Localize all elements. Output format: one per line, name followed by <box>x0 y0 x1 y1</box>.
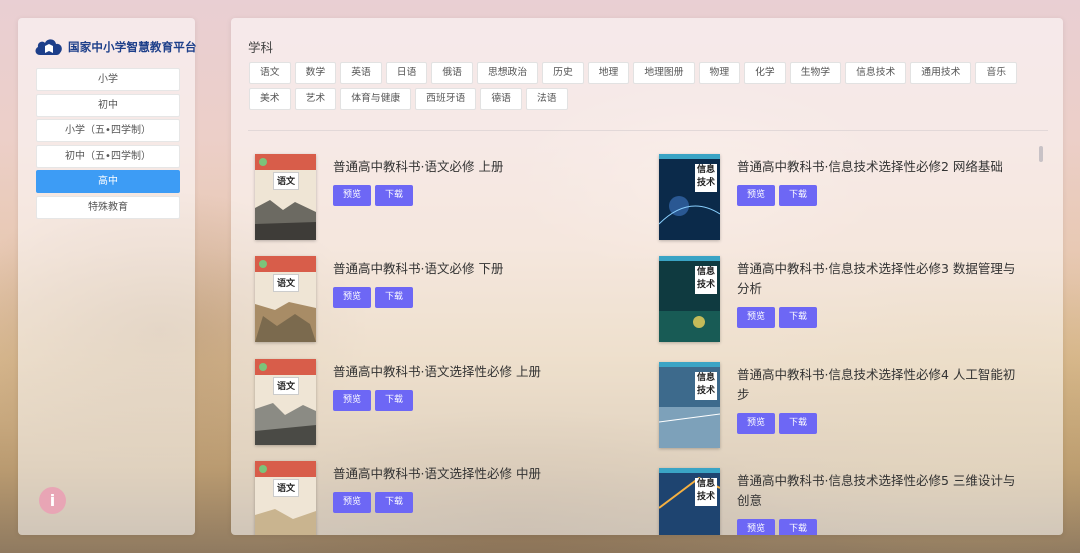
book-card: 信息技术 普通高中教科书·信息技术选择性必修2 网络基础 预览 下载 <box>659 154 1027 240</box>
book-cover[interactable]: 信息技术 <box>659 362 720 448</box>
book-cover[interactable]: 信息技术 <box>659 256 720 342</box>
download-button[interactable]: 下载 <box>779 519 818 535</box>
sidebar: 国家中小学智慧教育平台 小学 初中 小学（五•四学制） 初中（五•四学制） 高中… <box>18 18 197 535</box>
book-cover[interactable]: 信息技术 <box>659 154 720 240</box>
book-card: 语文 普通高中教科书·语文必修 下册 预览 下载 <box>255 256 623 342</box>
subject-music[interactable]: 音乐 <box>975 62 1018 84</box>
platform-name: 国家中小学智慧教育平台 <box>68 40 197 54</box>
book-cover[interactable]: 语文 <box>255 154 316 240</box>
subject-french[interactable]: 法语 <box>525 88 568 110</box>
book-title[interactable]: 普通高中教科书·信息技术选择性必修5 三维设计与创意 <box>737 471 1027 511</box>
book-title[interactable]: 普通高中教科书·信息技术选择性必修2 网络基础 <box>737 157 1027 177</box>
preview-button[interactable]: 预览 <box>737 185 776 206</box>
level-item-primary[interactable]: 小学 <box>36 68 180 91</box>
cover-label: 信息技术 <box>695 164 717 192</box>
cover-label: 语文 <box>273 377 299 395</box>
download-button[interactable]: 下载 <box>375 287 414 308</box>
book-title[interactable]: 普通高中教科书·信息技术选择性必修4 人工智能初步 <box>737 365 1027 405</box>
level-list: 小学 初中 小学（五•四学制） 初中（五•四学制） 高中 特殊教育 <box>36 68 180 222</box>
download-button[interactable]: 下载 <box>779 185 818 206</box>
preview-button[interactable]: 预览 <box>333 492 372 513</box>
cover-label: 信息技术 <box>695 266 717 294</box>
preview-button[interactable]: 预览 <box>737 519 776 535</box>
scrollbar[interactable] <box>1039 146 1043 162</box>
info-icon[interactable]: i <box>39 487 66 514</box>
cover-label: 信息技术 <box>695 372 717 400</box>
preview-button[interactable]: 预览 <box>333 390 372 411</box>
preview-button[interactable]: 预览 <box>737 307 776 328</box>
subject-art[interactable]: 美术 <box>249 88 291 110</box>
subject-list: 语文 数学 英语 日语 俄语 思想政治 历史 地理 地理图册 物理 化学 生物学… <box>249 62 1049 110</box>
book-cover[interactable]: 语文 <box>255 359 316 445</box>
download-button[interactable]: 下载 <box>375 390 414 411</box>
download-button[interactable]: 下载 <box>375 185 414 206</box>
book-card: 信息技术 普通高中教科书·信息技术选择性必修3 数据管理与分析 预览 下载 <box>659 256 1027 342</box>
book-title[interactable]: 普通高中教科书·语文必修 上册 <box>333 157 623 177</box>
book-card: 信息技术 普通高中教科书·信息技术选择性必修5 三维设计与创意 预览 下载 <box>659 468 1027 535</box>
book-cover[interactable]: 语文 <box>255 461 316 535</box>
subject-chinese[interactable]: 语文 <box>249 62 291 84</box>
download-button[interactable]: 下载 <box>375 492 414 513</box>
download-button[interactable]: 下载 <box>779 307 818 328</box>
level-item-senior[interactable]: 高中 <box>36 170 180 194</box>
book-card: 信息技术 普通高中教科书·信息技术选择性必修4 人工智能初步 预览 下载 <box>659 362 1027 448</box>
download-button[interactable]: 下载 <box>779 413 818 434</box>
subject-heading: 学科 <box>248 40 274 55</box>
subject-biology[interactable]: 生物学 <box>789 62 842 84</box>
subject-arts[interactable]: 艺术 <box>294 88 337 110</box>
book-card: 语文 普通高中教科书·语文必修 上册 预览 下载 <box>255 154 623 240</box>
subject-pe[interactable]: 体育与健康 <box>340 88 412 110</box>
book-title[interactable]: 普通高中教科书·语文选择性必修 中册 <box>333 464 623 484</box>
preview-button[interactable]: 预览 <box>737 413 776 434</box>
subject-geo-atlas[interactable]: 地理图册 <box>633 62 695 84</box>
level-item-junior-54[interactable]: 初中（五•四学制） <box>36 144 180 168</box>
divider <box>248 130 1048 131</box>
book-title[interactable]: 普通高中教科书·语文必修 下册 <box>333 259 623 279</box>
subject-chemistry[interactable]: 化学 <box>744 62 786 84</box>
cover-label: 语文 <box>273 274 299 292</box>
cover-label: 信息技术 <box>695 478 717 506</box>
subject-japanese[interactable]: 日语 <box>385 62 428 84</box>
level-item-primary-54[interactable]: 小学（五•四学制） <box>36 119 180 143</box>
book-title[interactable]: 普通高中教科书·语文选择性必修 上册 <box>333 362 623 382</box>
subject-geography[interactable]: 地理 <box>587 62 630 84</box>
book-cover[interactable]: 信息技术 <box>659 468 720 535</box>
subject-politics[interactable]: 思想政治 <box>476 62 539 84</box>
main-panel: 学科 语文 数学 英语 日语 俄语 思想政治 历史 地理 地理图册 物理 化学 … <box>231 18 1063 535</box>
platform-logo[interactable]: 国家中小学智慧教育平台 <box>34 34 197 60</box>
subject-spanish[interactable]: 西班牙语 <box>415 88 477 110</box>
book-card: 语文 普通高中教科书·语文选择性必修 中册 预览 下载 <box>255 461 623 535</box>
subject-it[interactable]: 信息技术 <box>845 62 907 84</box>
subject-english[interactable]: 英语 <box>340 62 382 84</box>
cloud-book-logo-icon <box>35 39 62 55</box>
book-title[interactable]: 普通高中教科书·信息技术选择性必修3 数据管理与分析 <box>737 259 1027 299</box>
level-item-junior[interactable]: 初中 <box>36 93 180 117</box>
cover-label: 语文 <box>273 479 299 497</box>
book-cover[interactable]: 语文 <box>255 256 316 342</box>
subject-history[interactable]: 历史 <box>542 62 584 84</box>
level-item-special[interactable]: 特殊教育 <box>36 195 180 219</box>
subject-russian[interactable]: 俄语 <box>431 62 473 84</box>
preview-button[interactable]: 预览 <box>333 287 372 308</box>
cover-label: 语文 <box>273 172 299 190</box>
subject-math[interactable]: 数学 <box>294 62 337 84</box>
book-card: 语文 普通高中教科书·语文选择性必修 上册 预览 下载 <box>255 359 623 445</box>
subject-physics[interactable]: 物理 <box>698 62 741 84</box>
subject-german[interactable]: 德语 <box>480 88 522 110</box>
subject-general-tech[interactable]: 通用技术 <box>910 62 972 84</box>
preview-button[interactable]: 预览 <box>333 185 372 206</box>
